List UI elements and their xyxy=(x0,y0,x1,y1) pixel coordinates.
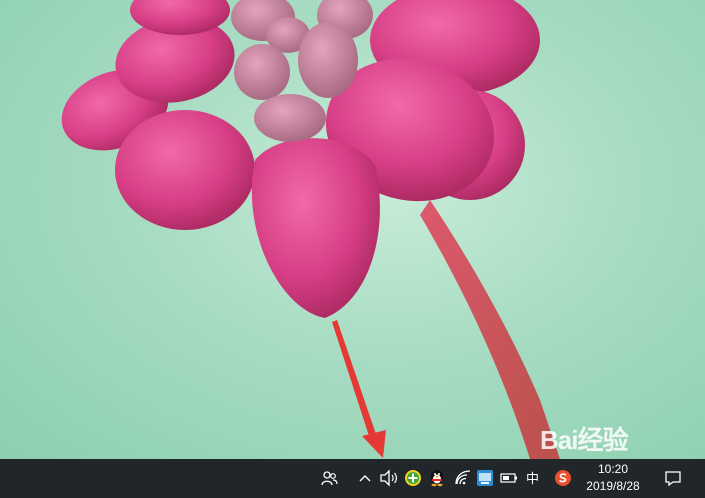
wifi-icon[interactable] xyxy=(452,467,474,489)
taskbar: 中 10:20 2019/8/28 xyxy=(0,459,705,498)
ime-language-indicator[interactable]: 中 xyxy=(526,468,539,487)
clock-time: 10:20 xyxy=(597,462,629,476)
annotation-arrow-head xyxy=(362,430,386,458)
action-center-icon[interactable] xyxy=(662,467,684,489)
desktop-screen: Bai经验 jingyan.baidu.com xyxy=(0,0,705,498)
sogou-input-icon[interactable] xyxy=(552,467,574,489)
desktop-wallpaper xyxy=(0,0,705,459)
system-clock[interactable]: 10:20 2019/8/28 xyxy=(582,461,644,495)
show-hidden-icons-chevron[interactable] xyxy=(354,467,376,489)
qq-penguin-icon[interactable] xyxy=(426,467,448,489)
green-plus-app-icon[interactable] xyxy=(402,467,424,489)
battery-icon[interactable] xyxy=(498,467,520,489)
people-icon[interactable] xyxy=(318,467,340,489)
blue-app-icon[interactable] xyxy=(474,467,496,489)
annotation-arrow-shaft xyxy=(332,320,378,442)
clock-date: 2019/8/28 xyxy=(586,479,640,493)
volume-icon[interactable] xyxy=(378,467,400,489)
